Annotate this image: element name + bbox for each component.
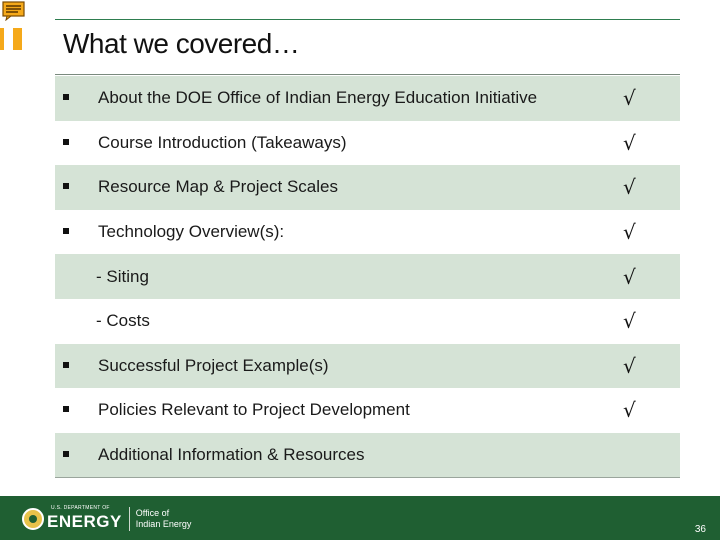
- table-row: Additional Information & Resources: [55, 432, 680, 478]
- check-mark: √: [623, 175, 636, 200]
- table-row: Resource Map & Project Scales √: [55, 165, 680, 210]
- energy-wordmark: ENERGY: [47, 512, 122, 531]
- row-label: Technology Overview(s):: [98, 222, 285, 242]
- bullet-icon: [63, 138, 69, 145]
- check-mark: √: [623, 264, 636, 289]
- comment-icon[interactable]: [2, 1, 26, 21]
- doe-logo: U.S. DEPARTMENT OF ENERGY Office of Indi…: [22, 505, 192, 532]
- row-label: Additional Information & Resources: [98, 445, 365, 465]
- row-label: Course Introduction (Takeaways): [98, 132, 347, 152]
- bullet-icon: [63, 406, 69, 413]
- accent-bars: [0, 28, 24, 50]
- bullet-icon: [63, 361, 69, 368]
- table-row: About the DOE Office of Indian Energy Ed…: [55, 76, 680, 121]
- page-number: 36: [694, 524, 706, 535]
- check-mark: √: [623, 309, 636, 334]
- top-rule: [55, 19, 680, 20]
- row-label: Successful Project Example(s): [98, 355, 329, 375]
- office-line-1: Office of: [135, 508, 170, 518]
- row-label: - Costs: [96, 311, 150, 331]
- check-mark: √: [623, 86, 636, 111]
- table-row: - Siting √: [55, 254, 680, 299]
- row-label: - Siting: [96, 266, 149, 286]
- footer-bar: U.S. DEPARTMENT OF ENERGY Office of Indi…: [0, 496, 720, 540]
- table-row: Technology Overview(s): √: [55, 210, 680, 255]
- table-row: Successful Project Example(s) √: [55, 343, 680, 389]
- title-rule: [55, 74, 680, 75]
- check-mark: √: [623, 130, 636, 155]
- covered-topics-table: About the DOE Office of Indian Energy Ed…: [55, 76, 680, 478]
- row-label: Resource Map & Project Scales: [98, 177, 338, 197]
- row-label: Policies Relevant to Project Development: [98, 400, 410, 420]
- bottom-rule: [55, 477, 680, 478]
- check-mark: √: [623, 353, 636, 378]
- table-row: Policies Relevant to Project Development…: [55, 388, 680, 433]
- office-name: Office of Indian Energy: [136, 508, 192, 530]
- slide-title: What we covered…: [63, 28, 300, 59]
- table-row: Course Introduction (Takeaways) √: [55, 121, 680, 166]
- row-label: About the DOE Office of Indian Energy Ed…: [98, 88, 538, 108]
- doe-seal-icon: [22, 508, 44, 530]
- table-row: - Costs √: [55, 299, 680, 344]
- bullet-icon: [63, 183, 69, 190]
- check-mark: √: [623, 398, 636, 423]
- dept-label: U.S. DEPARTMENT OF: [51, 505, 110, 511]
- office-line-2: Indian Energy: [135, 519, 192, 529]
- bullet-icon: [63, 451, 69, 458]
- logo-divider: [128, 507, 130, 531]
- bullet-icon: [63, 94, 69, 101]
- check-mark: √: [623, 220, 636, 245]
- bullet-icon: [63, 228, 69, 235]
